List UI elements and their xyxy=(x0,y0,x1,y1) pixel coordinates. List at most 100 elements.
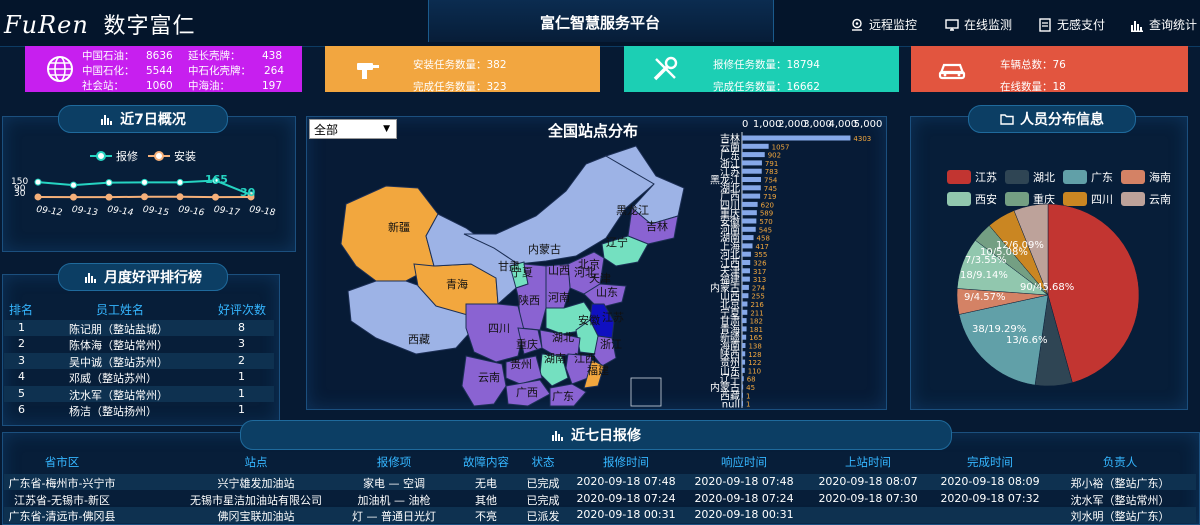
bar-value-label: 791 xyxy=(765,160,778,168)
bar-value-label: 355 xyxy=(754,251,767,259)
bar-mark[interactable] xyxy=(742,285,749,290)
bar-mark[interactable] xyxy=(742,219,756,224)
overview-line-chart: 报修 安装 150 90 30 09-1209-1309-1409-1509-1… xyxy=(2,140,294,250)
series-point-repair-0[interactable] xyxy=(35,179,41,185)
bar-value-label: 902 xyxy=(768,152,781,160)
bar-mark[interactable] xyxy=(742,136,850,141)
person-pie-chart: 江苏湖北广东海南西安重庆四川云南 90/45.68%13/6.6%38/19.2… xyxy=(910,140,1186,408)
bar-value-label: 589 xyxy=(760,210,773,218)
pie-legend-swatch[interactable] xyxy=(1121,192,1145,206)
map-label: 湖南 xyxy=(544,352,566,365)
bar-mark[interactable] xyxy=(742,326,747,331)
rank-count: 3 xyxy=(238,337,245,350)
bar-category-label: null xyxy=(722,400,740,408)
repair-cell: 广东省-梅州市-兴宁市 xyxy=(0,475,152,491)
map-label: 辽宁 xyxy=(606,235,628,249)
nav-online-monitor[interactable]: 在线监测 xyxy=(945,16,1012,33)
pie-legend-swatch[interactable] xyxy=(947,170,971,184)
china-map: 黑龙江吉林辽宁内蒙古新疆西藏青海甘肃宁夏陕西山西河北山东河南江苏安徽四川重庆湖北… xyxy=(306,116,706,408)
repair-done: 完成任务数量：16662 xyxy=(713,76,820,98)
stat-card-repair: 报修任务数量：18794 完成任务数量：16662 xyxy=(624,46,899,92)
nav-remote-monitor[interactable]: 远程监控 xyxy=(850,16,917,33)
repairs-panel-tab: 近七日报修 xyxy=(240,420,952,450)
page-title: 富仁智慧服务平台 xyxy=(428,12,772,33)
pie-legend-swatch[interactable] xyxy=(1005,192,1029,206)
legend-repair: 报修 xyxy=(116,149,138,163)
pie-legend-label: 西安 xyxy=(975,192,997,206)
series-point-install-2[interactable] xyxy=(106,194,112,200)
nav-query-stats[interactable]: 查询统计 xyxy=(1130,16,1197,33)
ranking-row: 4邓威（整站苏州）1 xyxy=(4,369,274,385)
bar-mark[interactable] xyxy=(742,351,745,356)
bar-mark[interactable] xyxy=(742,185,761,190)
pie-legend-swatch[interactable] xyxy=(1063,170,1087,184)
bar-mark[interactable] xyxy=(742,235,754,240)
bar-mark[interactable] xyxy=(742,144,769,149)
bar-mark[interactable] xyxy=(742,401,743,406)
bar-mark[interactable] xyxy=(742,152,765,157)
rank-number: 2 xyxy=(18,337,25,350)
bar-mark[interactable] xyxy=(742,376,744,381)
pie-legend-swatch[interactable] xyxy=(1063,192,1087,206)
repair-cell: 刘水明（整站广东） xyxy=(1030,508,1200,524)
map-label: 浙江 xyxy=(600,338,622,351)
map-label: 贵州 xyxy=(510,358,532,371)
series-point-install-1[interactable] xyxy=(71,194,77,200)
pie-legend-label: 江苏 xyxy=(975,171,997,184)
bar-mark[interactable] xyxy=(742,293,748,298)
bar-mark[interactable] xyxy=(742,210,757,215)
vehicle-total: 车辆总数：76 xyxy=(1000,54,1066,76)
bar-mark[interactable] xyxy=(742,302,747,307)
repair-col-header: 省市区 xyxy=(0,454,142,470)
bar-mark[interactable] xyxy=(742,268,750,273)
bar-value-label: 570 xyxy=(759,218,772,226)
series-point-repair-1[interactable] xyxy=(71,182,77,188)
bar-mark[interactable] xyxy=(742,343,745,348)
bar-mark[interactable] xyxy=(742,177,761,182)
series-point-install-0[interactable] xyxy=(35,194,41,200)
nav-contactless-pay[interactable]: 无感支付 xyxy=(1038,16,1105,33)
bar-mark[interactable] xyxy=(742,194,760,199)
bar-mark[interactable] xyxy=(742,385,743,390)
folder-icon xyxy=(1000,113,1014,125)
rank-count: 1 xyxy=(238,403,245,416)
bar-value-label: 620 xyxy=(761,201,774,209)
pie-legend-swatch[interactable] xyxy=(1121,170,1145,184)
bar-mark[interactable] xyxy=(742,252,751,257)
map-label: 广东 xyxy=(552,390,574,403)
series-point-install-3[interactable] xyxy=(142,194,148,200)
pie-legend-label: 云南 xyxy=(1149,193,1171,206)
x-tick-label: 09-17 xyxy=(213,205,241,219)
pie-legend-swatch[interactable] xyxy=(1005,170,1029,184)
bar-mark[interactable] xyxy=(742,335,746,340)
bar-mark[interactable] xyxy=(742,393,743,398)
series-point-repair-4[interactable] xyxy=(177,179,183,185)
bar-value-label: 1 xyxy=(746,392,750,400)
series-point-install-5[interactable] xyxy=(213,194,219,200)
bar-mark[interactable] xyxy=(742,360,745,365)
bar-mark[interactable] xyxy=(742,368,745,373)
series-point-repair-2[interactable] xyxy=(106,180,112,186)
bar-mark[interactable] xyxy=(742,169,762,174)
bar-mark[interactable] xyxy=(742,160,762,165)
bar-mark[interactable] xyxy=(742,243,753,248)
last-repair-label: 30 xyxy=(240,186,256,199)
rank-employee: 吴中诚（整站苏州） xyxy=(69,354,168,370)
repair-col-header: 负责人 xyxy=(1040,454,1200,470)
series-point-repair-3[interactable] xyxy=(142,179,148,185)
rank-employee: 杨洁（整站扬州） xyxy=(69,403,157,419)
bar-value-label: 128 xyxy=(748,351,761,359)
bar-mark[interactable] xyxy=(742,227,756,232)
bar-value-label: 783 xyxy=(765,168,778,176)
bar-chart-icon xyxy=(551,429,565,441)
bar-mark[interactable] xyxy=(742,277,750,282)
series-point-install-4[interactable] xyxy=(177,194,183,200)
monitor-icon xyxy=(945,18,959,32)
pie-legend-swatch[interactable] xyxy=(947,192,971,206)
map-label: 安徽 xyxy=(578,313,600,327)
bar-mark[interactable] xyxy=(742,310,747,315)
bar-mark[interactable] xyxy=(742,260,750,265)
bar-mark[interactable] xyxy=(742,202,758,207)
bar-value-label: 1057 xyxy=(772,143,790,151)
bar-mark[interactable] xyxy=(742,318,747,323)
